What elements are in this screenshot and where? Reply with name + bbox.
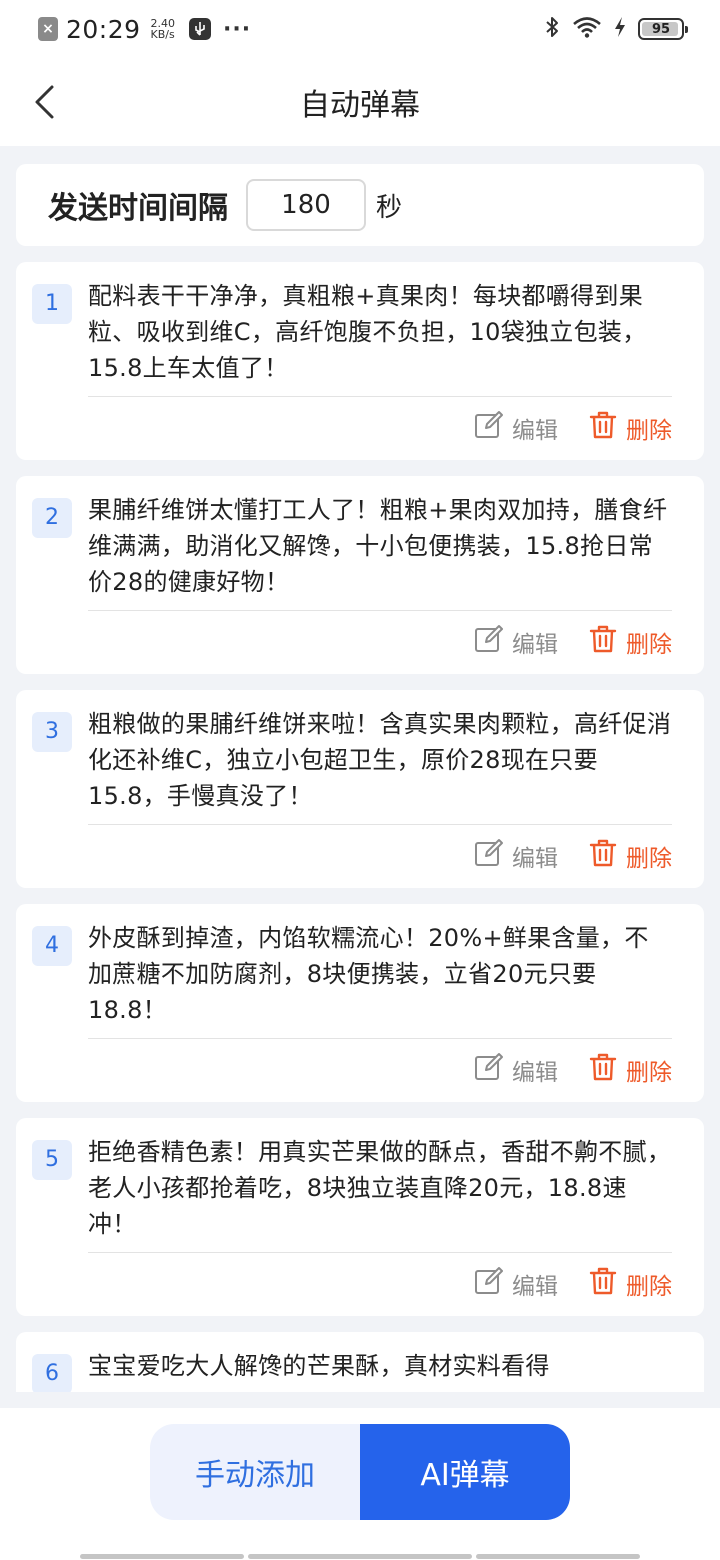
interval-label: 发送时间间隔 bbox=[48, 191, 228, 226]
edit-label: 编辑 bbox=[512, 1060, 558, 1086]
edit-icon bbox=[474, 1266, 504, 1302]
edit-icon bbox=[474, 624, 504, 660]
delete-button[interactable]: 删除 bbox=[588, 838, 672, 874]
ai-danmaku-button[interactable]: AI弹幕 bbox=[360, 1424, 570, 1520]
interval-unit: 秒 bbox=[376, 192, 403, 223]
danmaku-text: 拒绝香精色素！用真实芒果做的酥点，香甜不齁不腻，老人小孩都抢着吃，8块独立装直降… bbox=[88, 1138, 672, 1238]
delete-label: 删除 bbox=[626, 418, 672, 444]
action-button-group: 手动添加 AI弹幕 bbox=[150, 1424, 570, 1520]
item-number-badge: 1 bbox=[32, 284, 72, 324]
delete-label: 删除 bbox=[626, 1060, 672, 1086]
trash-icon bbox=[588, 1052, 618, 1088]
danmaku-item: 4 外皮酥到掉渣，内馅软糯流心！20%+鲜果含量，不加蔗糖不加防腐剂，8块便携装，… bbox=[16, 904, 704, 1102]
item-actions: 编辑 删除 bbox=[474, 408, 672, 448]
danmaku-item: 3 粗粮做的果脯纤维饼来啦！含真实果肉颗粒，高纤促消化还补维C，独立小包超卫生，原… bbox=[16, 690, 704, 888]
item-number-badge: 5 bbox=[32, 1140, 72, 1180]
danmaku-item: 2 果脯纤维饼太懂打工人了！粗粮+果肉双加持，膳食纤维满满，助消化又解馋，十小包便… bbox=[16, 476, 704, 674]
item-actions: 编辑 删除 bbox=[474, 836, 672, 876]
divider bbox=[88, 1038, 672, 1039]
bluetooth-icon bbox=[544, 15, 560, 43]
battery-tip bbox=[685, 26, 688, 33]
delete-label: 删除 bbox=[626, 846, 672, 872]
battery-icon: 95 bbox=[638, 18, 688, 40]
screen: × 20:29 2.40 KB/s ··· 95 自动弹幕 发送时间间隔 180… bbox=[0, 0, 720, 1560]
delete-button[interactable]: 删除 bbox=[588, 624, 672, 660]
header: 自动弹幕 bbox=[0, 58, 720, 146]
nav-indicator-right bbox=[476, 1554, 640, 1559]
trash-icon bbox=[588, 624, 618, 660]
edit-icon bbox=[474, 410, 504, 446]
danmaku-text: 宝宝爱吃大人解馋的芒果酥，真材实料看得 bbox=[88, 1352, 550, 1380]
trash-icon bbox=[588, 838, 618, 874]
delete-label: 删除 bbox=[626, 1274, 672, 1300]
divider bbox=[88, 1252, 672, 1253]
item-actions: 编辑 删除 bbox=[474, 1264, 672, 1304]
divider bbox=[88, 396, 672, 397]
item-actions: 编辑 删除 bbox=[474, 622, 672, 662]
edit-label: 编辑 bbox=[512, 418, 558, 444]
item-number-badge: 3 bbox=[32, 712, 72, 752]
danmaku-item: 5 拒绝香精色素！用真实芒果做的酥点，香甜不齁不腻，老人小孩都抢着吃，8块独立装直… bbox=[16, 1118, 704, 1316]
danmaku-text: 外皮酥到掉渣，内馅软糯流心！20%+鲜果含量，不加蔗糖不加防腐剂，8块便携装，立… bbox=[88, 924, 649, 1024]
danmaku-item: 1 配料表干干净净，真粗粮+真果肉！每块都嚼得到果粒、吸收到维C，高纤饱腹不负担，… bbox=[16, 262, 704, 460]
edit-icon bbox=[474, 838, 504, 874]
interval-input[interactable] bbox=[246, 179, 366, 231]
charging-icon bbox=[614, 16, 626, 42]
item-number-badge: 2 bbox=[32, 498, 72, 538]
item-actions: 编辑 删除 bbox=[474, 1050, 672, 1090]
trash-icon bbox=[588, 410, 618, 446]
interval-setting: 发送时间间隔 秒 bbox=[16, 164, 704, 246]
edit-label: 编辑 bbox=[512, 1274, 558, 1300]
delete-button[interactable]: 删除 bbox=[588, 1266, 672, 1302]
divider bbox=[88, 824, 672, 825]
danmaku-text: 果脯纤维饼太懂打工人了！粗粮+果肉双加持，膳食纤维满满，助消化又解馋，十小包便携… bbox=[88, 496, 668, 596]
danmaku-text: 粗粮做的果脯纤维饼来啦！含真实果肉颗粒，高纤促消化还补维C，独立小包超卫生，原价… bbox=[88, 710, 672, 810]
nav-indicator-center bbox=[248, 1554, 472, 1559]
divider bbox=[88, 610, 672, 611]
danmaku-list[interactable]: 1 配料表干干净净，真粗粮+真果肉！每块都嚼得到果粒、吸收到维C，高纤饱腹不负担，… bbox=[16, 262, 704, 1392]
edit-icon bbox=[474, 1052, 504, 1088]
delete-button[interactable]: 删除 bbox=[588, 1052, 672, 1088]
network-speed-unit: KB/s bbox=[150, 28, 175, 41]
delete-label: 删除 bbox=[626, 632, 672, 658]
status-right: 95 bbox=[544, 15, 688, 43]
page-title: 自动弹幕 bbox=[300, 88, 420, 123]
edit-button[interactable]: 编辑 bbox=[474, 624, 558, 660]
manual-add-button[interactable]: 手动添加 bbox=[150, 1424, 360, 1520]
edit-label: 编辑 bbox=[512, 632, 558, 658]
more-notifications-icon: ··· bbox=[223, 16, 252, 42]
edit-button[interactable]: 编辑 bbox=[474, 1052, 558, 1088]
item-number-badge: 4 bbox=[32, 926, 72, 966]
chevron-left-icon bbox=[35, 85, 54, 119]
status-time: 20:29 bbox=[66, 14, 141, 44]
status-left: × 20:29 2.40 KB/s ··· bbox=[38, 15, 251, 44]
trash-icon bbox=[588, 1266, 618, 1302]
edit-button[interactable]: 编辑 bbox=[474, 1266, 558, 1302]
notification-close-icon: × bbox=[38, 17, 58, 41]
nav-indicator-left bbox=[80, 1554, 244, 1559]
network-speed: 2.40 KB/s bbox=[151, 18, 176, 40]
wifi-icon bbox=[572, 16, 602, 42]
danmaku-text: 配料表干干净净，真粗粮+真果肉！每块都嚼得到果粒、吸收到维C，高纤饱腹不负担，1… bbox=[88, 282, 647, 382]
status-bar: × 20:29 2.40 KB/s ··· 95 bbox=[0, 0, 720, 58]
bottom-bar: 手动添加 AI弹幕 bbox=[0, 1408, 720, 1560]
edit-label: 编辑 bbox=[512, 846, 558, 872]
edit-button[interactable]: 编辑 bbox=[474, 838, 558, 874]
back-button[interactable] bbox=[24, 80, 64, 124]
usb-icon bbox=[189, 18, 212, 40]
battery-level: 95 bbox=[651, 21, 671, 37]
danmaku-item: 6宝宝爱吃大人解馋的芒果酥，真材实料看得编辑删除 bbox=[16, 1332, 704, 1392]
delete-button[interactable]: 删除 bbox=[588, 410, 672, 446]
item-number-badge: 6 bbox=[32, 1354, 72, 1392]
edit-button[interactable]: 编辑 bbox=[474, 410, 558, 446]
